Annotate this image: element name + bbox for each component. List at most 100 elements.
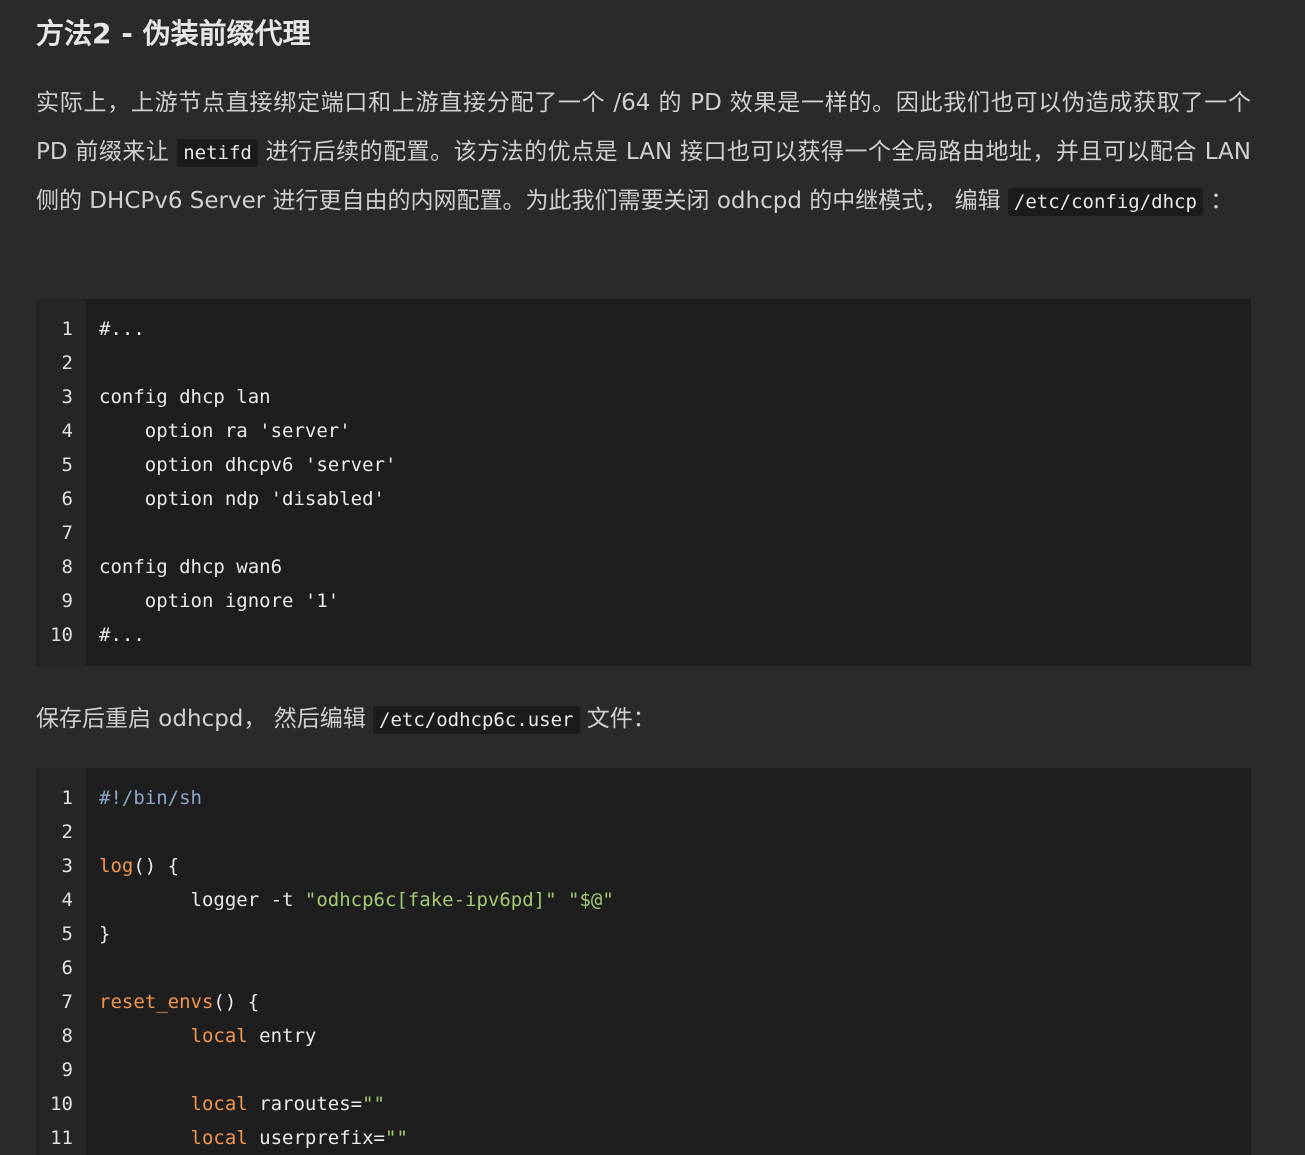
code-line: 1 #... [36, 312, 1251, 346]
code-token: config dhcp wan6 [99, 556, 283, 578]
keyword-token: reset_envs [99, 991, 214, 1013]
code-line: 4 option ra 'server' [36, 414, 1251, 448]
code-block-odhcp6c-script[interactable]: 1 #!/bin/sh 2 3 log() {4 logger -t "odhcp6c[… [36, 768, 1251, 1155]
code-line: 9 option ignore '1' [36, 584, 1251, 618]
string-token: "$@" [568, 889, 614, 911]
code-text: reset_envs() { [99, 985, 259, 1019]
article-page: 方法2 - 伪装前缀代理 实际上，上游节点直接绑定端口和上游直接分配了一个 /6… [0, 0, 1305, 1155]
code-token: option ndp 'disabled' [99, 488, 385, 510]
line-number: 6 [61, 488, 73, 510]
code-token: entry [247, 1025, 317, 1047]
code-text: #... [99, 312, 145, 346]
code-line: 2 [36, 815, 1251, 849]
code-line: 3 log() { [36, 849, 1251, 883]
code-text: option ra 'server' [99, 414, 351, 448]
comment-token: #!/bin/sh [99, 787, 202, 809]
line-number: 11 [50, 1127, 73, 1149]
keyword-token: local [190, 1093, 248, 1115]
line-number: 10 [50, 1093, 73, 1115]
line-number: 8 [61, 1025, 73, 1047]
keyword-token: local [190, 1025, 248, 1047]
line-number: 7 [61, 991, 73, 1013]
code-text: #!/bin/sh [99, 781, 202, 815]
inline-code-odhcp6c-path: /etc/odhcp6c.user [373, 706, 580, 734]
line-number: 3 [61, 386, 73, 408]
keyword-token: log [99, 855, 134, 877]
code-token: } [99, 923, 111, 945]
code-text: config dhcp wan6 [99, 550, 282, 584]
code-text: local raroutes="" [99, 1087, 385, 1121]
inline-code-netifd: netifd [177, 138, 258, 167]
line-number: 5 [61, 454, 73, 476]
code-line: 4 logger -t "odhcp6c[fake-ipv6pd]" "$@" [36, 883, 1251, 917]
inline-code-dhcp-path: /etc/config/dhcp [1007, 188, 1203, 216]
string-token: "" [362, 1093, 385, 1115]
code-line: 3 config dhcp lan [36, 380, 1251, 414]
code-token: config dhcp lan [99, 386, 271, 408]
code-token: #... [99, 624, 145, 646]
line-number: 9 [61, 590, 73, 612]
code-line: 6 option ndp 'disabled' [36, 482, 1251, 516]
keyword-token: local [190, 1127, 248, 1149]
line-number: 6 [61, 957, 73, 979]
code-token: #... [99, 318, 145, 340]
code-line: 5 option dhcpv6 'server' [36, 448, 1251, 482]
line-number: 5 [61, 923, 73, 945]
code-token: userprefix= [247, 1127, 385, 1149]
code-text: #... [99, 618, 145, 652]
line-number: 10 [50, 624, 73, 646]
code-line: 11 local userprefix="" [36, 1121, 1251, 1155]
code-line: 1 #!/bin/sh [36, 781, 1251, 815]
code-line: 10 local raroutes="" [36, 1087, 1251, 1121]
string-token: "odhcp6c[fake-ipv6pd]" [304, 889, 557, 911]
code-text: local userprefix="" [99, 1121, 408, 1155]
code-text: option ignore '1' [99, 584, 339, 618]
code-text: local entry [99, 1019, 317, 1053]
line-number: 1 [61, 787, 73, 809]
code-block-dhcp-config[interactable]: 1 #... 2 3 config dhcp lan 4 option ra 'serve… [36, 299, 1251, 666]
code-token: () { [133, 855, 180, 877]
code-token: option ra 'server' [99, 420, 351, 442]
code-line: 8 config dhcp wan6 [36, 550, 1251, 584]
code-text: option dhcpv6 'server' [99, 448, 397, 482]
line-number: 9 [61, 1059, 73, 1081]
intro-paragraph: 实际上，上游节点直接绑定端口和上游直接分配了一个 /64 的 PD 效果是一样的… [36, 79, 1251, 227]
code-text: config dhcp lan [99, 380, 271, 414]
code-text: log() { [99, 849, 179, 883]
line-number: 3 [61, 855, 73, 877]
code-token: option ignore '1' [99, 590, 340, 612]
code-token: () { [213, 991, 260, 1013]
code-token: raroutes= [247, 1093, 363, 1115]
code-text: option ndp 'disabled' [99, 482, 385, 516]
string-token: "" [385, 1127, 408, 1149]
line-number: 7 [61, 522, 73, 544]
line-number: 2 [61, 352, 73, 374]
code-text: logger -t "odhcp6c[fake-ipv6pd]" "$@" [99, 883, 614, 917]
code-token: logger -t [99, 889, 305, 911]
code-line: 10 #... [36, 618, 1251, 652]
code-line: 7 [36, 516, 1251, 550]
code-line: 6 [36, 951, 1251, 985]
code-line: 8 local entry [36, 1019, 1251, 1053]
code-line: 7 reset_envs() { [36, 985, 1251, 1019]
code-line: 9 [36, 1053, 1251, 1087]
line-number: 8 [61, 556, 73, 578]
code-lines: 1 #!/bin/sh 2 3 log() {4 logger -t "odhcp6c[… [36, 781, 1251, 1155]
line-number: 2 [61, 821, 73, 843]
followup-paragraph: 保存后重启 odhcpd， 然后编辑 /etc/odhcp6c.user 文件： [36, 695, 1251, 745]
code-text: } [99, 917, 110, 951]
code-lines: 1 #... 2 3 config dhcp lan 4 option ra 'serve… [36, 312, 1251, 652]
para-text: 保存后重启 odhcpd， 然后编辑 [36, 706, 374, 732]
section-heading: 方法2 - 伪装前缀代理 [36, 17, 311, 50]
code-line: 2 [36, 346, 1251, 380]
line-number: 1 [61, 318, 73, 340]
para-text: 文件： [579, 706, 656, 732]
line-number: 4 [61, 889, 73, 911]
para-text: ： [1202, 188, 1234, 214]
line-number: 4 [61, 420, 73, 442]
code-token: option dhcpv6 'server' [99, 454, 397, 476]
